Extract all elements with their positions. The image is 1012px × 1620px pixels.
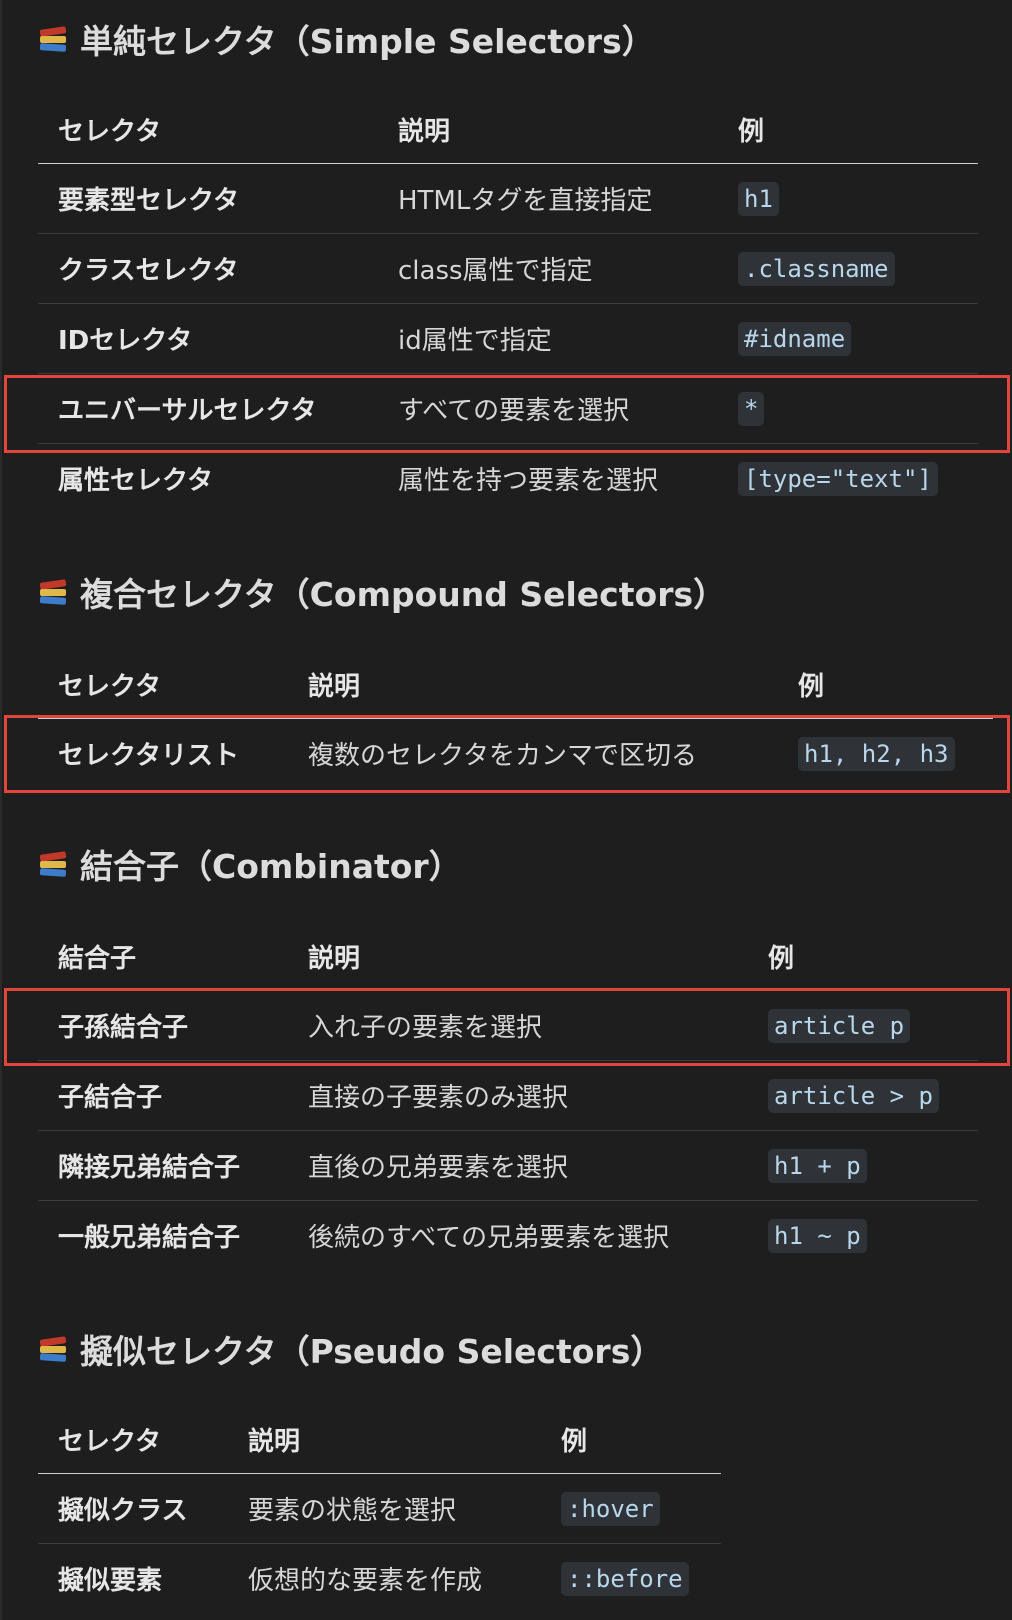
table-row: 属性セレクタ 属性を持つ要素を選択 [type="text"] xyxy=(38,444,978,514)
header-combinator: 結合子 xyxy=(38,922,288,991)
table-row: 子結合子 直接の子要素のみ選択 article > p xyxy=(38,1060,978,1131)
combinator-description: 入れ子の要素を選択 xyxy=(288,990,748,1061)
header-description: 説明 xyxy=(288,650,778,719)
books-icon xyxy=(38,1336,68,1362)
table-header-row: セレクタ 説明 例 xyxy=(38,650,993,719)
combinator-name: 一般兄弟結合子 xyxy=(58,1223,241,1253)
selector-example-cell: ::before xyxy=(541,1544,721,1614)
header-description: 説明 xyxy=(378,95,718,164)
selector-name: クラスセレクタ xyxy=(38,233,378,304)
selector-description: 要素の状態を選択 xyxy=(228,1473,541,1544)
table-header-row: 結合子 説明 例 xyxy=(38,922,978,991)
inline-code: [type="text"] xyxy=(738,461,938,496)
selector-name: 要素型セレクタ xyxy=(38,163,378,234)
editor-left-edge xyxy=(0,0,2,1620)
selector-name: セレクタリスト xyxy=(58,741,239,771)
books-icon xyxy=(38,851,68,877)
section-title: 単純セレクタ（Simple Selectors） xyxy=(80,22,655,61)
combinator-name: 隣接兄弟結合子 xyxy=(38,1130,288,1201)
selector-example-cell: :hover xyxy=(541,1473,721,1544)
inline-code: h1 + p xyxy=(768,1148,867,1183)
section-heading-pseudo: 擬似セレクタ（Pseudo Selectors） xyxy=(38,1329,663,1371)
header-example: 例 xyxy=(718,95,978,164)
selector-description: id属性で指定 xyxy=(378,303,718,374)
table-header-row: セレクタ 説明 例 xyxy=(38,95,978,164)
inline-code: .classname xyxy=(738,251,895,286)
combinator-example-cell: article p xyxy=(748,990,978,1061)
header-example: 例 xyxy=(748,922,978,991)
selector-description: HTMLタグを直接指定 xyxy=(378,163,718,234)
table-header-row: セレクタ 説明 例 xyxy=(38,1405,721,1474)
inline-code: h1 xyxy=(738,181,779,216)
inline-code: * xyxy=(738,391,765,426)
table-row: ユニバーサルセレクタ すべての要素を選択 * xyxy=(38,373,978,444)
combinator-description: 直後の兄弟要素を選択 xyxy=(288,1130,748,1201)
table-row: IDセレクタ id属性で指定 #idname xyxy=(38,303,978,374)
table-row: 擬似要素 仮想的な要素を作成 ::before xyxy=(38,1544,721,1614)
selector-example-cell: [type="text"] xyxy=(718,444,978,514)
header-selector: セレクタ xyxy=(38,650,288,719)
pseudo-selectors-table: セレクタ 説明 例 擬似クラス 要素の状態を選択 :hover 擬似要素 仮想的… xyxy=(38,1405,721,1613)
selector-description: 複数のセレクタをカンマで区切る xyxy=(308,741,697,771)
compound-selectors-table: セレクタ 説明 例 セレクタリスト 複数のセレクタをカンマで区切る h1, h2… xyxy=(38,650,993,788)
inline-code: h1 ~ p xyxy=(768,1218,867,1253)
section-title: 複合セレクタ（Compound Selectors） xyxy=(80,575,727,614)
selector-description: 属性を持つ要素を選択 xyxy=(398,466,659,496)
selector-example-cell: .classname xyxy=(718,233,978,304)
header-description: 説明 xyxy=(228,1405,541,1474)
header-example: 例 xyxy=(778,650,993,719)
selector-example-cell: h1, h2, h3 xyxy=(778,719,993,789)
inline-code: :hover xyxy=(561,1491,660,1526)
selector-example-cell: h1 xyxy=(718,163,978,234)
table-row: 一般兄弟結合子 後続のすべての兄弟要素を選択 h1 ~ p xyxy=(38,1201,978,1271)
inline-code: article p xyxy=(768,1008,911,1043)
combinator-description: 直接の子要素のみ選択 xyxy=(288,1060,748,1131)
combinator-name: 子孫結合子 xyxy=(38,990,288,1061)
section-title: 結合子（Combinator） xyxy=(80,847,462,886)
section-heading-combinator: 結合子（Combinator） xyxy=(38,844,462,886)
simple-selectors-table: セレクタ 説明 例 要素型セレクタ HTMLタグを直接指定 h1 クラスセレクタ… xyxy=(38,95,978,513)
selector-example-cell: #idname xyxy=(718,303,978,374)
table-row: 隣接兄弟結合子 直後の兄弟要素を選択 h1 + p xyxy=(38,1130,978,1201)
section-heading-simple: 単純セレクタ（Simple Selectors） xyxy=(38,19,655,61)
selector-name: 擬似クラス xyxy=(38,1473,228,1544)
combinator-example-cell: h1 ~ p xyxy=(748,1201,978,1271)
books-icon xyxy=(38,579,68,605)
selector-name: 属性セレクタ xyxy=(58,466,213,496)
selector-description: すべての要素を選択 xyxy=(378,373,718,444)
table-row: 要素型セレクタ HTMLタグを直接指定 h1 xyxy=(38,163,978,234)
combinator-example-cell: article > p xyxy=(748,1060,978,1131)
combinator-table: 結合子 説明 例 子孫結合子 入れ子の要素を選択 article p 子結合子 … xyxy=(38,922,978,1270)
header-example: 例 xyxy=(541,1405,721,1474)
inline-code: ::before xyxy=(561,1561,689,1596)
header-selector: セレクタ xyxy=(38,1405,228,1474)
table-row: 擬似クラス 要素の状態を選択 :hover xyxy=(38,1473,721,1544)
header-description: 説明 xyxy=(288,922,748,991)
section-title: 擬似セレクタ（Pseudo Selectors） xyxy=(80,1332,664,1371)
selector-name: IDセレクタ xyxy=(38,303,378,374)
table-row: クラスセレクタ class属性で指定 .classname xyxy=(38,233,978,304)
combinator-example-cell: h1 + p xyxy=(748,1130,978,1201)
selector-name: 擬似要素 xyxy=(58,1566,163,1596)
selector-example-cell: * xyxy=(718,373,978,444)
inline-code: article > p xyxy=(768,1078,939,1113)
selector-description: class属性で指定 xyxy=(378,233,718,304)
section-heading-compound: 複合セレクタ（Compound Selectors） xyxy=(38,572,726,614)
table-row: セレクタリスト 複数のセレクタをカンマで区切る h1, h2, h3 xyxy=(38,719,993,789)
combinator-description: 後続のすべての兄弟要素を選択 xyxy=(308,1223,670,1253)
header-selector: セレクタ xyxy=(38,95,378,164)
combinator-name: 子結合子 xyxy=(38,1060,288,1131)
books-icon xyxy=(38,26,68,52)
inline-code: #idname xyxy=(738,321,852,356)
table-row: 子孫結合子 入れ子の要素を選択 article p xyxy=(38,990,978,1061)
selector-description: 仮想的な要素を作成 xyxy=(248,1566,483,1596)
selector-name: ユニバーサルセレクタ xyxy=(38,373,378,444)
inline-code: h1, h2, h3 xyxy=(798,736,955,771)
